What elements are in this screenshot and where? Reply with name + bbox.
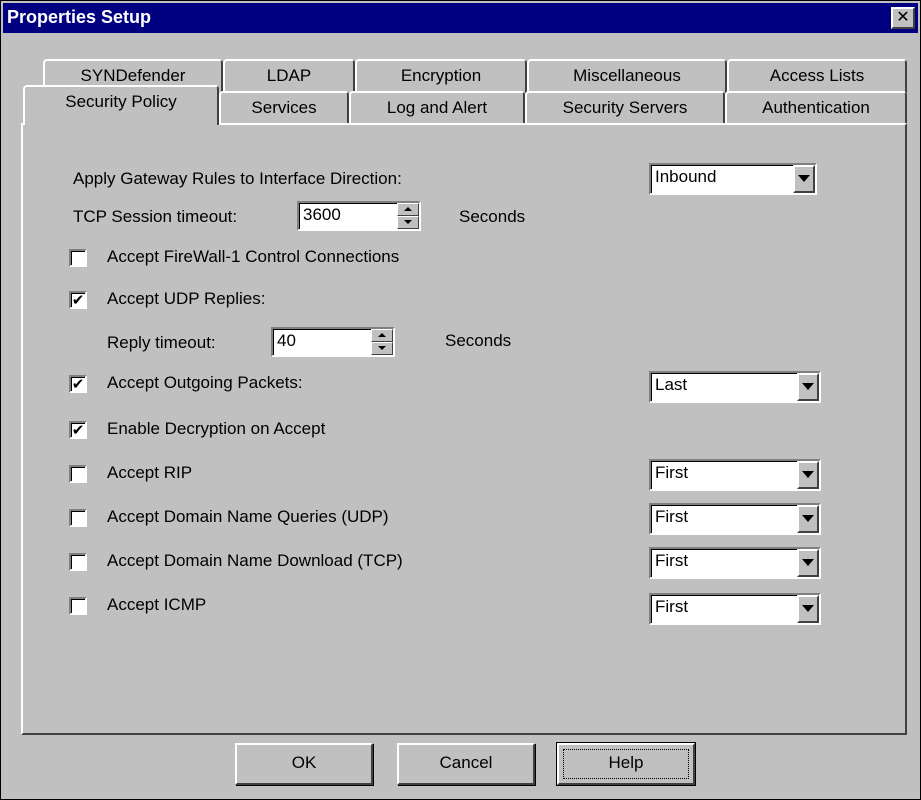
tcp-timeout-stepper[interactable]: 3600 [297, 201, 421, 231]
tab-ldap[interactable]: LDAP [223, 59, 355, 93]
tcp-timeout-unit: Seconds [459, 207, 526, 226]
cancel-button[interactable]: Cancel [397, 743, 535, 785]
close-button[interactable]: ✕ [891, 7, 915, 29]
reply-timeout-value: 40 [277, 331, 296, 350]
dns-download-position-select[interactable]: First [649, 547, 821, 579]
icmp-position-value: First [655, 597, 689, 616]
tab-label: Miscellaneous [573, 66, 681, 85]
tab-services[interactable]: Services [219, 91, 349, 125]
dns-queries-position-value: First [655, 507, 689, 526]
tab-label: Log and Alert [386, 98, 488, 117]
ok-label: OK [291, 753, 317, 772]
tab-label: Security Servers [562, 98, 688, 117]
udp-replies-label: Accept UDP Replies: [107, 289, 266, 308]
tab-label: Security Policy [65, 92, 177, 111]
tab-access-lists[interactable]: Access Lists [727, 59, 907, 93]
dns-download-position-value: First [655, 551, 689, 570]
tab-label: Authentication [762, 98, 870, 117]
tab-security-servers[interactable]: Security Servers [525, 91, 725, 125]
reply-timeout-unit: Seconds [445, 331, 512, 350]
tab-label: Services [251, 98, 317, 117]
udp-replies-checkbox[interactable]: ✔ [69, 291, 87, 309]
spin-down-icon[interactable] [371, 342, 393, 355]
spinner[interactable] [371, 329, 393, 355]
chevron-down-icon[interactable] [793, 165, 815, 193]
dns-queries-position-select[interactable]: First [649, 503, 821, 535]
spin-down-icon[interactable] [397, 216, 419, 229]
reply-timeout-label: Reply timeout: [107, 333, 216, 352]
outgoing-packets-checkbox[interactable]: ✔ [69, 375, 87, 393]
gateway-rules-label: Apply Gateway Rules to Interface Directi… [73, 169, 402, 188]
control-connections-label: Accept FireWall-1 Control Connections [107, 247, 400, 266]
interface-direction-value: Inbound [655, 167, 717, 186]
tab-log-and-alert[interactable]: Log and Alert [349, 91, 525, 125]
outgoing-position-select[interactable]: Last [649, 371, 821, 403]
security-policy-panel: Apply Gateway Rules to Interface Directi… [21, 123, 907, 735]
tab-security-policy[interactable]: Security Policy [23, 85, 219, 125]
spinner[interactable] [397, 203, 419, 229]
icmp-checkbox[interactable] [69, 597, 87, 615]
chevron-down-icon[interactable] [797, 373, 819, 401]
tab-label: Access Lists [769, 66, 865, 85]
tab-label: SYNDefender [80, 66, 186, 85]
chevron-down-icon[interactable] [797, 505, 819, 533]
title-bar[interactable]: Properties Setup ✕ [3, 3, 918, 33]
control-connections-checkbox[interactable] [69, 249, 87, 267]
ok-button[interactable]: OK [235, 743, 373, 785]
interface-direction-select[interactable]: Inbound [649, 163, 817, 195]
chevron-down-icon[interactable] [797, 461, 819, 489]
close-icon: ✕ [896, 7, 910, 26]
chevron-down-icon[interactable] [797, 549, 819, 577]
rip-position-value: First [655, 463, 689, 482]
icmp-label: Accept ICMP [107, 595, 207, 614]
dns-queries-checkbox[interactable] [69, 509, 87, 527]
outgoing-position-value: Last [655, 375, 688, 394]
dns-download-checkbox[interactable] [69, 553, 87, 571]
dns-download-label: Accept Domain Name Download (TCP) [107, 551, 403, 570]
tab-label: Encryption [400, 66, 482, 85]
properties-setup-dialog: Properties Setup ✕ SYNDefender LDAP Encr… [0, 0, 921, 800]
reply-timeout-stepper[interactable]: 40 [271, 327, 395, 357]
dns-queries-label: Accept Domain Name Queries (UDP) [107, 507, 389, 526]
tcp-timeout-label: TCP Session timeout: [73, 207, 238, 226]
tab-encryption[interactable]: Encryption [355, 59, 527, 93]
rip-position-select[interactable]: First [649, 459, 821, 491]
decryption-checkbox[interactable]: ✔ [69, 421, 87, 439]
tab-label: LDAP [266, 66, 312, 85]
icmp-position-select[interactable]: First [649, 593, 821, 625]
tcp-timeout-value: 3600 [303, 205, 341, 224]
chevron-down-icon[interactable] [797, 595, 819, 623]
spin-up-icon[interactable] [371, 329, 393, 342]
focus-rectangle [563, 749, 689, 779]
tab-authentication[interactable]: Authentication [725, 91, 907, 125]
spin-up-icon[interactable] [397, 203, 419, 216]
rip-checkbox[interactable] [69, 465, 87, 483]
rip-label: Accept RIP [107, 463, 193, 482]
tab-miscellaneous[interactable]: Miscellaneous [527, 59, 727, 93]
window-title: Properties Setup [7, 7, 152, 27]
decryption-label: Enable Decryption on Accept [107, 419, 326, 438]
help-button[interactable]: Help [557, 743, 695, 785]
outgoing-packets-label: Accept Outgoing Packets: [107, 373, 303, 392]
cancel-label: Cancel [439, 753, 493, 772]
